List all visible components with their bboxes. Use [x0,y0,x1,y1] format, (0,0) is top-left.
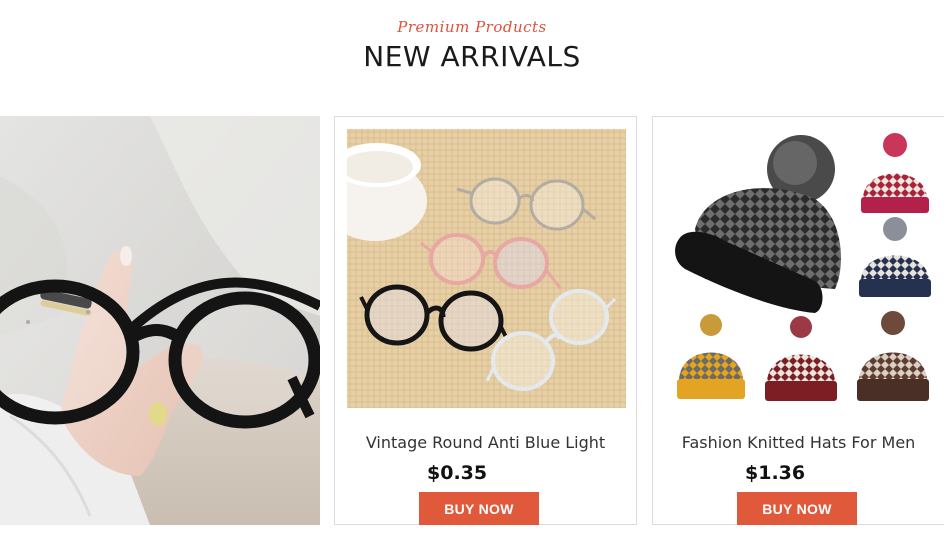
product-price: $1.36 [745,462,806,484]
new-arrivals-section: Premium Products NEW ARRIVALS Vintage Ro… [0,0,944,550]
section-subtitle: Premium Products [397,18,547,36]
product-card[interactable]: Vintage Round Anti Blue Light $0.35 BUY … [334,116,637,525]
section-title: NEW ARRIVALS [363,40,581,73]
banner-image[interactable] [0,116,320,525]
product-name[interactable]: Vintage Round Anti Blue Light [335,433,636,452]
product-price: $0.35 [427,462,488,484]
buy-now-button[interactable]: BUY NOW [419,492,539,525]
product-name[interactable]: Fashion Knitted Hats For Men [653,433,944,452]
product-image[interactable] [665,129,944,408]
buy-now-button[interactable]: BUY NOW [737,492,857,525]
product-card[interactable]: Fashion Knitted Hats For Men $1.36 BUY N… [652,116,944,525]
product-image[interactable] [347,129,626,408]
round-glasses-photo [0,116,320,525]
glasses-on-burlap-photo [347,129,626,408]
knitted-hats-photo [665,129,944,408]
